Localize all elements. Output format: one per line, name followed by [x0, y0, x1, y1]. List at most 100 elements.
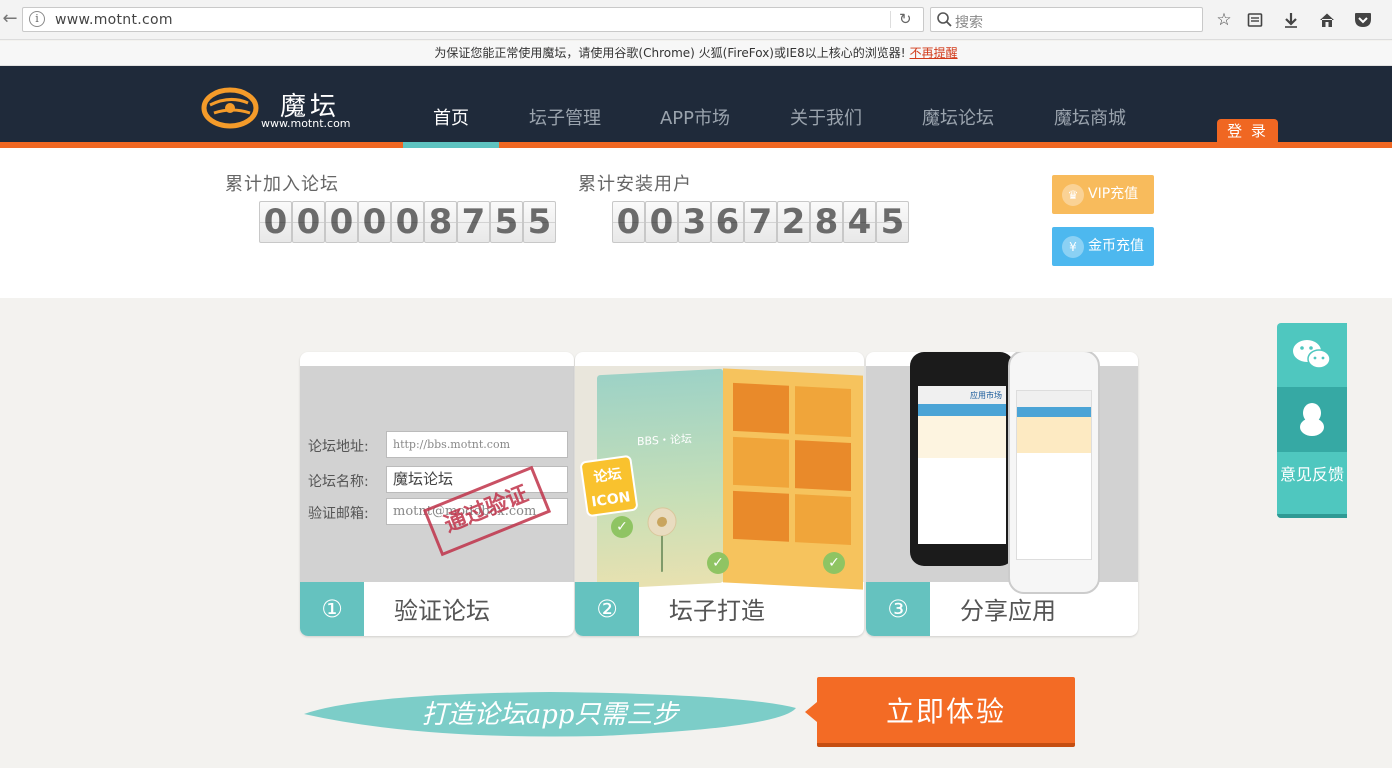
- counter-digit: 0: [645, 201, 678, 243]
- nav-forum-management[interactable]: 坛子管理: [515, 104, 615, 129]
- step-card-share[interactable]: 应用市场 ③ 分享应用: [866, 352, 1138, 636]
- counter-digit: 5: [876, 201, 909, 243]
- qq-button[interactable]: [1277, 387, 1347, 452]
- counter-digit: 5: [523, 201, 556, 243]
- yen-icon: ¥: [1062, 236, 1084, 258]
- app-tabs: [1017, 407, 1091, 417]
- android-phone: 应用市场: [910, 352, 1014, 566]
- check-icon: ✓: [707, 552, 729, 574]
- browser-toolbar: ← i www.motnt.com ↻ 搜索 ☆: [0, 0, 1392, 40]
- forums-count-label: 累计加入论坛: [225, 174, 339, 195]
- step-title: 坛子打造: [669, 597, 765, 625]
- step3-image: 应用市场: [866, 352, 1138, 594]
- back-arrow-icon[interactable]: ←: [0, 6, 20, 32]
- step-title: 分享应用: [960, 597, 1056, 625]
- counter-digit: 0: [292, 201, 325, 243]
- counter-digit: 3: [678, 201, 711, 243]
- info-icon[interactable]: i: [29, 11, 45, 27]
- slogan-banner: 打造论坛app只需三步: [304, 692, 796, 737]
- wechat-button[interactable]: [1277, 323, 1347, 387]
- bbs-text: BBS・论坛: [637, 432, 692, 449]
- step2-image: BBS・论坛 论坛 ICON ✓ ✓ ✓: [575, 366, 864, 590]
- crown-icon: ♛: [1062, 184, 1084, 206]
- nav-home[interactable]: 首页: [403, 104, 499, 129]
- iphone: [1008, 352, 1100, 594]
- dismiss-link[interactable]: 不再提醒: [910, 46, 958, 60]
- address-bar[interactable]: i www.motnt.com ↻: [22, 7, 924, 32]
- search-placeholder[interactable]: 搜索: [955, 12, 983, 32]
- try-now-button[interactable]: 立即体验: [817, 677, 1075, 747]
- email-label: 验证邮箱:: [308, 506, 369, 522]
- counter-digit: 0: [259, 201, 292, 243]
- home-icon[interactable]: [1316, 9, 1338, 31]
- step-number: ②: [575, 582, 639, 636]
- address-row: 论坛地址: http://bbs.motnt.com: [308, 431, 568, 458]
- slogan-text: 打造论坛app只需三步: [422, 700, 681, 730]
- forum-icon-badge: 论坛 ICON: [579, 454, 639, 518]
- reload-icon[interactable]: ↻: [899, 10, 912, 28]
- tile: [733, 382, 789, 434]
- vip-recharge-button[interactable]: ♛ VIP充值: [1052, 175, 1154, 214]
- url-text[interactable]: www.motnt.com: [55, 11, 173, 29]
- counter-digit: 7: [744, 201, 777, 243]
- tile: [795, 494, 851, 546]
- tile: [733, 490, 789, 542]
- step-title: 验证论坛: [394, 597, 490, 625]
- counter-digit: 0: [391, 201, 424, 243]
- counter-digit: 8: [810, 201, 843, 243]
- counter-digit: 0: [612, 201, 645, 243]
- users-counter: 003672845: [612, 201, 909, 243]
- counter-digit: 4: [843, 201, 876, 243]
- wechat-icon: [1293, 340, 1331, 369]
- counter-digit: 2: [777, 201, 810, 243]
- counter-digit: 7: [457, 201, 490, 243]
- nav-about[interactable]: 关于我们: [780, 104, 872, 129]
- step-card-verify[interactable]: 论坛地址: http://bbs.motnt.com 论坛名称: 魔坛论坛 验证…: [300, 352, 574, 636]
- reading-list-icon[interactable]: [1244, 9, 1266, 31]
- check-icon: ✓: [823, 552, 845, 574]
- address-label: 论坛地址:: [308, 439, 369, 455]
- qq-penguin-icon: [1300, 403, 1324, 436]
- tile: [795, 386, 851, 438]
- search-box[interactable]: 搜索: [930, 7, 1203, 32]
- gold-recharge-button[interactable]: ¥ 金币充值: [1052, 227, 1154, 266]
- phone-screen: 应用市场: [918, 386, 1006, 544]
- logo-url: www.motnt.com: [261, 117, 351, 130]
- gold-recharge-label: 金币充值: [1088, 238, 1144, 254]
- cta-arrow: [805, 702, 817, 722]
- nav-forum[interactable]: 魔坛论坛: [912, 104, 1004, 129]
- pocket-icon[interactable]: [1352, 9, 1374, 31]
- counter-digit: 5: [490, 201, 523, 243]
- check-icon: ✓: [611, 516, 633, 538]
- app-tabs: [918, 404, 1006, 416]
- counter-digit: 8: [424, 201, 457, 243]
- step-number: ①: [300, 582, 364, 636]
- app-header: [1017, 391, 1091, 407]
- search-icon: [937, 12, 952, 27]
- step-card-build[interactable]: BBS・论坛 论坛 ICON ✓ ✓ ✓ ② 坛子打造: [575, 352, 864, 636]
- vip-recharge-label: VIP充值: [1088, 186, 1139, 202]
- counter-digit: 6: [711, 201, 744, 243]
- step-number: ③: [866, 582, 930, 636]
- nav-shop[interactable]: 魔坛商城: [1044, 104, 1136, 129]
- counter-digit: 0: [358, 201, 391, 243]
- name-row: 论坛名称: 魔坛论坛: [308, 466, 568, 493]
- app-title: 应用市场: [918, 386, 1006, 404]
- nav-app-market[interactable]: APP市场: [650, 104, 740, 129]
- notice-text: 为保证您能正常使用魔坛，请使用谷歌(Chrome) 火狐(FireFox)或IE…: [434, 46, 906, 60]
- users-count-label: 累计安装用户: [578, 174, 692, 195]
- divider: [890, 11, 891, 28]
- counter-digit: 0: [325, 201, 358, 243]
- email-row: 验证邮箱: motnt@modobox.com: [308, 498, 568, 525]
- browser-notice: 为保证您能正常使用魔坛，请使用谷歌(Chrome) 火狐(FireFox)或IE…: [0, 41, 1392, 66]
- step1-image: 论坛地址: http://bbs.motnt.com 论坛名称: 魔坛论坛 验证…: [300, 366, 574, 582]
- phone-screen: [1016, 390, 1092, 560]
- forums-counter: 000008755: [259, 201, 556, 243]
- feedback-button[interactable]: 意见反馈: [1277, 452, 1347, 518]
- star-bookmark-icon[interactable]: ☆: [1213, 9, 1235, 31]
- app-banner: [918, 416, 1006, 458]
- tile: [795, 440, 851, 492]
- download-icon[interactable]: [1280, 9, 1302, 31]
- feedback-panel: 意见反馈: [1277, 323, 1347, 518]
- login-button[interactable]: 登 录: [1217, 119, 1278, 142]
